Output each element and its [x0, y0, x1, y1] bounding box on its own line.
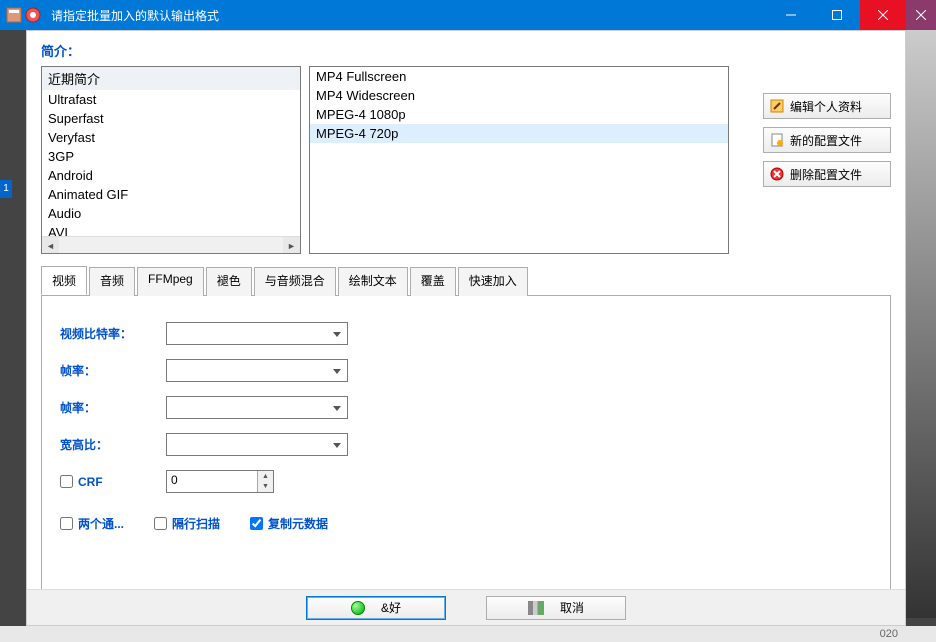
- tab-drawtext[interactable]: 绘制文本: [338, 267, 408, 296]
- tab-strip: 视频 音频 FFMpeg 褪色 与音频混合 绘制文本 覆盖 快速加入: [41, 266, 891, 296]
- profile-list[interactable]: MP4 Fullscreen MP4 Widescreen MPEG-4 108…: [309, 66, 729, 254]
- spinner-down-icon[interactable]: ▼: [258, 482, 273, 493]
- list-item[interactable]: Veryfast: [42, 128, 300, 147]
- fps1-label: 帧率：: [60, 362, 156, 379]
- tab-video[interactable]: 视频: [41, 266, 87, 295]
- side-chip: 1: [0, 180, 12, 198]
- button-label: 编辑个人资料: [790, 98, 862, 115]
- bg-year-text: 020: [880, 628, 898, 640]
- section-label: 简介：: [27, 31, 905, 66]
- tab-fade[interactable]: 褪色: [206, 267, 252, 296]
- new-profile-button[interactable]: 新的配置文件: [763, 127, 891, 153]
- dialog: 简介： 近期简介 Ultrafast Superfast Veryfast 3G…: [26, 30, 906, 626]
- interlace-label: 隔行扫描: [172, 515, 220, 532]
- bottom-strip: [0, 626, 936, 642]
- crf-checkbox[interactable]: [60, 475, 73, 488]
- profile-category-list[interactable]: 近期简介 Ultrafast Superfast Veryfast 3GP An…: [41, 66, 301, 254]
- list-item[interactable]: MP4 Fullscreen: [310, 67, 728, 86]
- tab-overlay[interactable]: 覆盖: [410, 267, 456, 296]
- fps1-combo[interactable]: [166, 359, 348, 382]
- crf-label: CRF: [78, 475, 103, 489]
- list-item[interactable]: MP4 Widescreen: [310, 86, 728, 105]
- tab-content-video: 视频比特率： 帧率： 帧率： 宽高比： CRF 0 ▲ ▼: [41, 296, 891, 596]
- bitrate-combo[interactable]: [166, 322, 348, 345]
- tab-audiomix[interactable]: 与音频混合: [254, 267, 336, 296]
- two-pass-label: 两个通...: [78, 515, 124, 532]
- crf-spinner[interactable]: 0 ▲ ▼: [166, 470, 274, 493]
- list-item[interactable]: Android: [42, 166, 300, 185]
- list-header[interactable]: 近期简介: [42, 67, 300, 90]
- delete-profile-button[interactable]: 删除配置文件: [763, 161, 891, 187]
- close-button-outer[interactable]: [906, 0, 936, 30]
- app-icon-2: [25, 7, 41, 23]
- ok-button[interactable]: &好: [306, 596, 446, 620]
- maximize-button[interactable]: [814, 0, 860, 30]
- list-item[interactable]: Audio: [42, 204, 300, 223]
- crf-value[interactable]: 0: [167, 471, 257, 492]
- list-item-selected[interactable]: MPEG-4 720p: [310, 124, 728, 143]
- tab-audio[interactable]: 音频: [89, 267, 135, 296]
- spinner-up-icon[interactable]: ▲: [258, 471, 273, 482]
- two-pass-checkbox[interactable]: [60, 517, 73, 530]
- list-item[interactable]: Ultrafast: [42, 90, 300, 109]
- app-icon-1: [6, 7, 22, 23]
- delete-icon: [770, 167, 784, 181]
- tab-ffmpeg[interactable]: FFMpeg: [137, 267, 204, 296]
- scroll-right-icon[interactable]: ►: [283, 237, 300, 254]
- aspect-combo[interactable]: [166, 433, 348, 456]
- list-item[interactable]: MPEG-4 1080p: [310, 105, 728, 124]
- titlebar: 请指定批量加入的默认输出格式: [0, 0, 936, 30]
- fps2-combo[interactable]: [166, 396, 348, 419]
- fps2-label: 帧率：: [60, 399, 156, 416]
- button-label: &好: [381, 599, 401, 616]
- copy-meta-label: 复制元数据: [268, 515, 328, 532]
- exit-icon: [528, 601, 544, 615]
- minimize-button[interactable]: [768, 0, 814, 30]
- bitrate-label: 视频比特率：: [60, 325, 156, 342]
- bg-strip: [906, 28, 936, 618]
- new-file-icon: [770, 133, 784, 147]
- tab-fastjoin[interactable]: 快速加入: [458, 267, 528, 296]
- button-label: 取消: [560, 599, 584, 616]
- interlace-checkbox[interactable]: [154, 517, 167, 530]
- list-item[interactable]: Animated GIF: [42, 185, 300, 204]
- dialog-footer: &好 取消: [27, 589, 905, 625]
- window-title: 请指定批量加入的默认输出格式: [47, 7, 219, 24]
- scroll-left-icon[interactable]: ◄: [42, 237, 59, 254]
- edit-profile-button[interactable]: 编辑个人资料: [763, 93, 891, 119]
- list-item[interactable]: 3GP: [42, 147, 300, 166]
- list-item[interactable]: Superfast: [42, 109, 300, 128]
- close-button[interactable]: [860, 0, 906, 30]
- ok-icon: [351, 601, 365, 615]
- horizontal-scrollbar[interactable]: ◄ ►: [42, 236, 300, 253]
- button-label: 新的配置文件: [790, 132, 862, 149]
- button-label: 删除配置文件: [790, 166, 862, 183]
- cancel-button[interactable]: 取消: [486, 596, 626, 620]
- copy-meta-checkbox[interactable]: [250, 517, 263, 530]
- edit-icon: [770, 99, 784, 113]
- aspect-label: 宽高比：: [60, 436, 156, 453]
